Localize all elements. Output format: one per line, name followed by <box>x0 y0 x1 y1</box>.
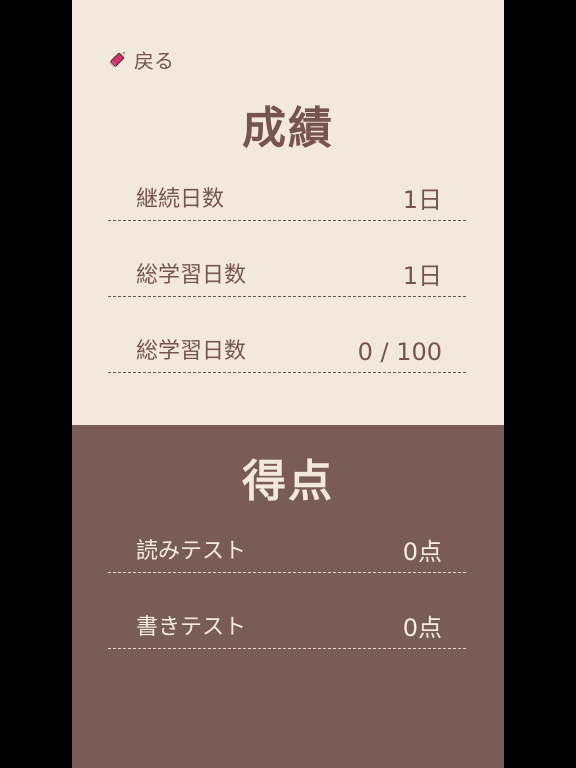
stat-label: 総学習日数 <box>136 263 247 288</box>
stat-row-streak-days: 継続日数 1日 <box>108 180 466 221</box>
stat-label: 継続日数 <box>136 187 225 212</box>
stat-value: 1日 <box>402 186 442 214</box>
scores-title: 得点 <box>242 456 334 507</box>
score-row-reading-test: 読みテスト 0点 <box>108 532 466 573</box>
stat-value: 0 / 100 <box>357 338 442 366</box>
score-row-writing-test: 書きテスト 0点 <box>108 608 466 649</box>
score-label: 読みテスト <box>136 539 247 564</box>
stat-value: 1日 <box>402 262 442 290</box>
stat-row-total-days: 総学習日数 1日 <box>108 256 466 297</box>
scores-section: 得点 読みテスト 0点 書きテスト 0点 <box>72 425 504 768</box>
score-value: 0点 <box>402 614 442 642</box>
score-label: 書きテスト <box>136 615 247 640</box>
records-title: 成績 <box>242 103 334 154</box>
stat-row-progress: 総学習日数 0 / 100 <box>108 332 466 373</box>
app-screen: 戻る 成績 継続日数 1日 総学習日数 1日 総学習日数 0 / 100 得点 … <box>72 0 504 768</box>
score-value: 0点 <box>402 538 442 566</box>
pencil-icon <box>109 52 125 68</box>
back-button[interactable]: 戻る <box>106 44 174 74</box>
back-label: 戻る <box>134 48 174 73</box>
stat-label: 総学習日数 <box>136 339 247 364</box>
